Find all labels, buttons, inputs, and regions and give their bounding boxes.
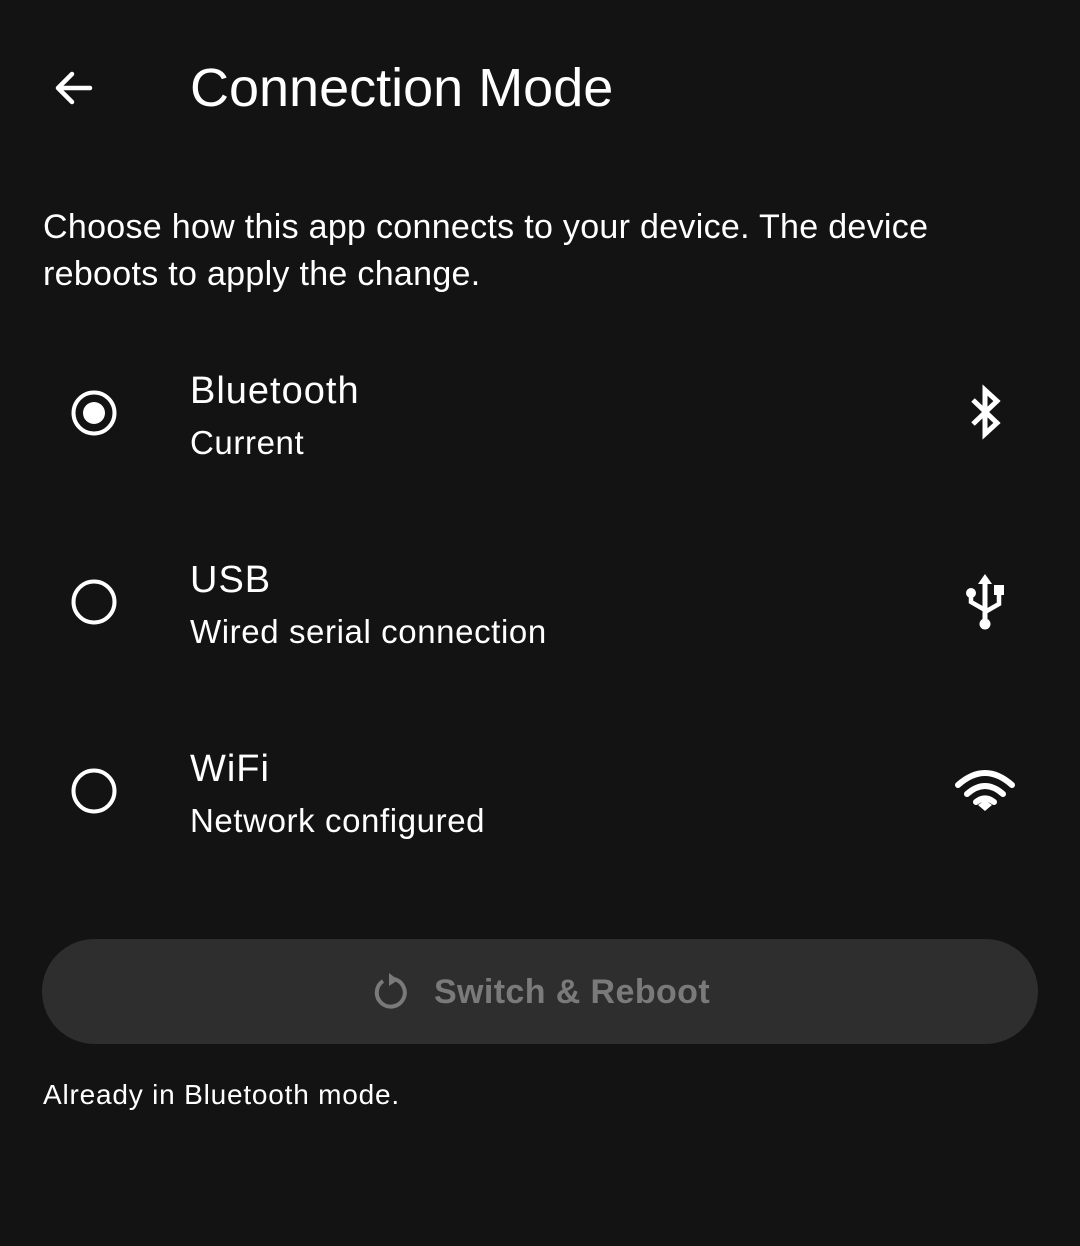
connection-mode-options: Bluetooth Current USB Wired serial conne… <box>0 319 1080 886</box>
option-title: Bluetooth <box>190 370 360 412</box>
radio-unselected[interactable] <box>70 578 118 626</box>
usb-icon <box>951 568 1019 636</box>
option-title: WiFi <box>190 748 270 790</box>
switch-reboot-button[interactable]: Switch & Reboot <box>42 939 1038 1044</box>
switch-reboot-label: Switch & Reboot <box>433 972 711 1011</box>
radio-unselected[interactable] <box>70 767 118 815</box>
restart-icon <box>370 972 410 1012</box>
radio-selected[interactable] <box>70 389 118 437</box>
back-button[interactable] <box>34 48 114 128</box>
option-subtitle: Wired serial connection <box>190 613 547 650</box>
option-usb[interactable]: USB Wired serial connection <box>0 508 1080 697</box>
page-title: Connection Mode <box>190 58 614 118</box>
status-message: Already in Bluetooth mode. <box>43 1079 401 1110</box>
option-subtitle: Current <box>190 424 305 461</box>
option-bluetooth[interactable]: Bluetooth Current <box>0 319 1080 508</box>
option-subtitle: Network configured <box>190 802 486 839</box>
app-bar: Connection Mode <box>0 0 1080 176</box>
option-text: Bluetooth Current <box>190 365 360 469</box>
arrow-back-icon <box>55 71 93 105</box>
wifi-icon <box>951 757 1019 825</box>
bluetooth-icon <box>951 379 1019 447</box>
option-wifi[interactable]: WiFi Network configured <box>0 697 1080 886</box>
option-text: WiFi Network configured <box>190 743 485 847</box>
option-text: USB Wired serial connection <box>190 554 547 658</box>
description-text: Choose how this app connects to your dev… <box>43 208 929 293</box>
option-title: USB <box>190 559 272 601</box>
